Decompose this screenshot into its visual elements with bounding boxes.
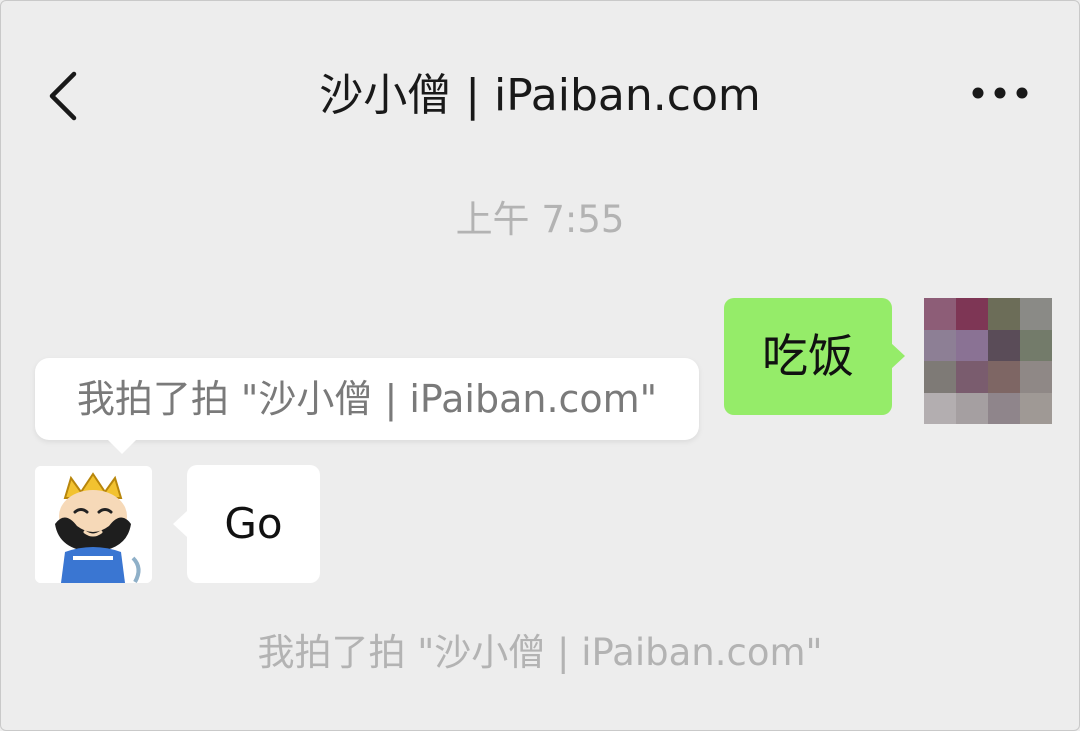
avatar-mosaic-tile xyxy=(988,361,1020,393)
more-options-icon[interactable] xyxy=(968,78,1032,108)
message-timestamp: 上午 7:55 xyxy=(455,198,625,241)
avatar-mosaic-tile xyxy=(924,329,956,361)
avatar-mosaic-tile xyxy=(1020,329,1052,361)
received-message-bubble[interactable]: Go xyxy=(173,465,320,583)
sent-message-bubble[interactable]: 吃饭 xyxy=(724,298,905,415)
avatar-mosaic-tile xyxy=(924,392,956,424)
avatar-mosaic-tile xyxy=(988,392,1020,424)
avatar-mosaic-tile xyxy=(956,329,988,361)
my-avatar[interactable] xyxy=(924,298,1052,424)
avatar-mosaic-tile xyxy=(1020,392,1052,424)
avatar-mosaic-tile xyxy=(956,361,988,393)
avatar-mosaic-tile xyxy=(1020,298,1052,330)
pat-system-message: 我拍了拍 "沙小僧 | iPaiban.com" xyxy=(257,631,823,674)
contact-avatar[interactable] xyxy=(35,466,152,583)
avatar-mosaic-tile xyxy=(924,361,956,393)
avatar-mosaic-tile xyxy=(956,298,988,330)
avatar-mosaic-tile xyxy=(956,392,988,424)
avatar-mosaic-tile xyxy=(924,298,956,330)
avatar-mosaic-tile xyxy=(988,298,1020,330)
chat-title: 沙小僧 | iPaiban.com xyxy=(319,70,761,121)
monk-character-icon xyxy=(35,466,152,583)
avatar-mosaic-tile xyxy=(988,329,1020,361)
avatar-mosaic-tile xyxy=(1020,361,1052,393)
pat-tooltip: 我拍了拍 "沙小僧 | iPaiban.com" xyxy=(35,358,699,454)
